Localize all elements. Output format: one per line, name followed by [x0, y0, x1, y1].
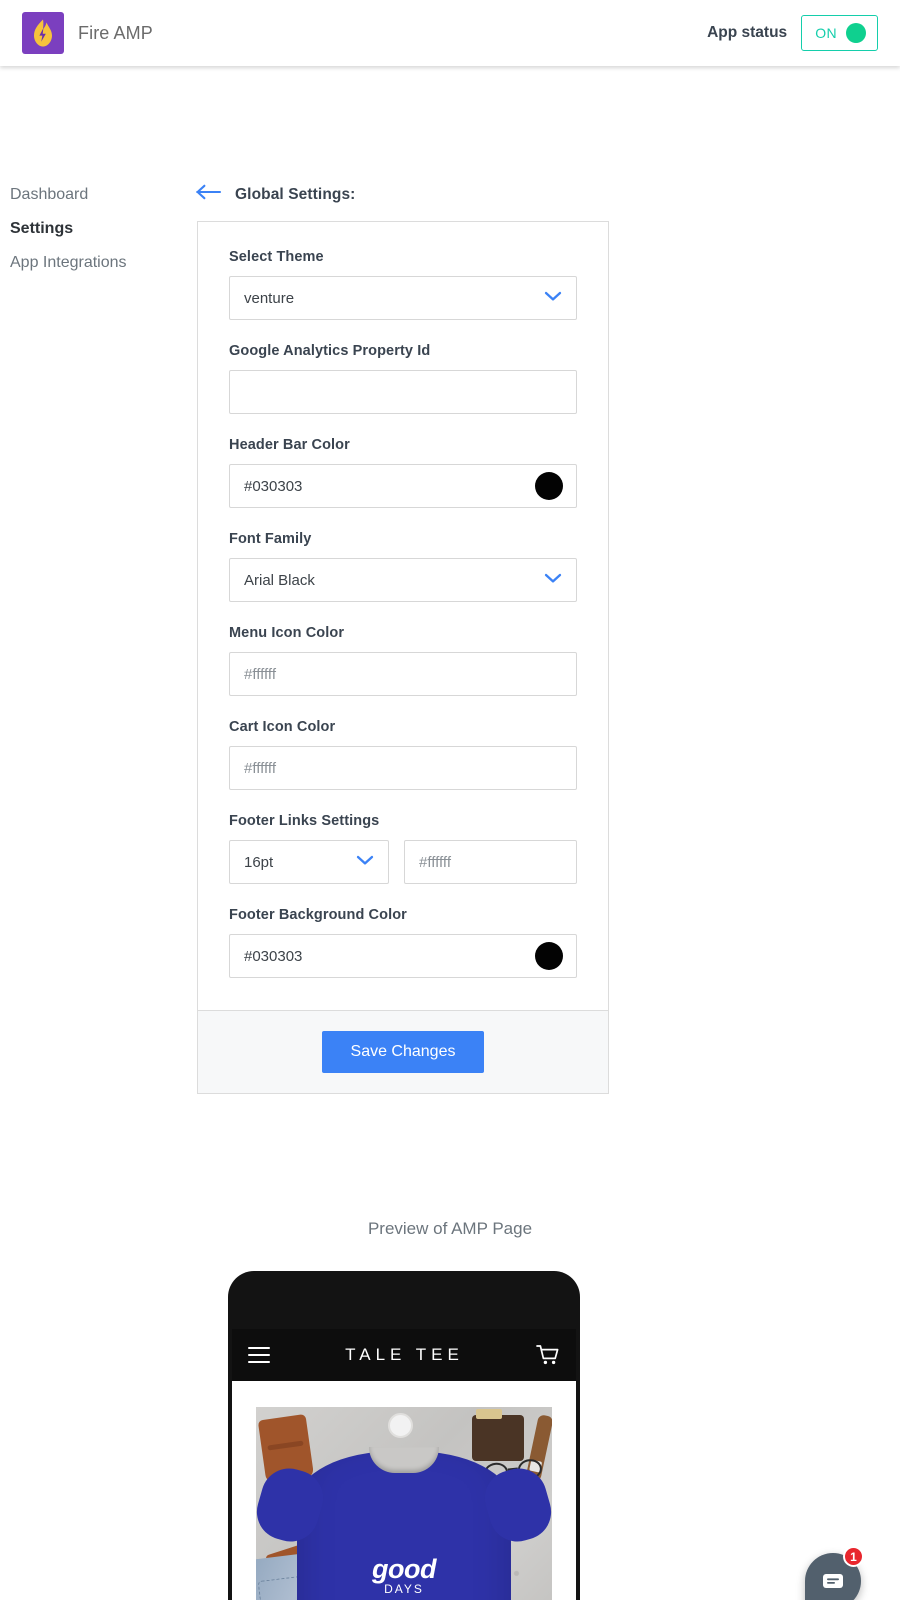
amp-store-name: TALE TEE	[345, 1345, 464, 1364]
save-changes-button[interactable]: Save Changes	[321, 1031, 485, 1073]
flame-bolt-icon	[22, 12, 64, 54]
field-footer-links-settings: Footer Links Settings 16pt #ffffff	[229, 813, 577, 884]
page-heading: Global Settings:	[196, 184, 355, 205]
field-menu-icon-color: Menu Icon Color #ffffff	[229, 625, 577, 696]
phone-mockup: TALE TEE good DAYS	[228, 1271, 580, 1600]
font-family-value: Arial Black	[244, 571, 315, 589]
print-line-1: good	[372, 1554, 436, 1584]
sidebar-item-settings[interactable]: Settings	[10, 212, 190, 246]
phone-screen: TALE TEE good DAYS	[232, 1329, 576, 1600]
page-title: Global Settings:	[235, 185, 356, 203]
sidebar-item-app-integrations[interactable]: App Integrations	[10, 246, 190, 280]
shopping-cart-icon[interactable]	[534, 1344, 560, 1366]
app-status-toggle[interactable]: ON	[801, 15, 878, 51]
sidebar-item-dashboard[interactable]: Dashboard	[10, 178, 190, 212]
label-select-theme: Select Theme	[229, 249, 324, 265]
brand: Fire AMP	[22, 12, 153, 54]
header-bar-color-input[interactable]: #030303	[229, 464, 577, 508]
arrow-left-icon[interactable]	[196, 184, 222, 205]
watch-face-prop	[388, 1413, 413, 1438]
cart-icon-color-value: #ffffff	[244, 759, 276, 777]
app-header: Fire AMP App status ON	[0, 0, 900, 66]
label-menu-icon-color: Menu Icon Color	[229, 625, 345, 641]
field-cart-icon-color: Cart Icon Color #ffffff	[229, 719, 577, 790]
footer-links-size-value: 16pt	[244, 853, 274, 871]
chat-bubble-icon	[823, 1574, 843, 1588]
chevron-down-icon	[544, 571, 562, 589]
app-status-group: App status ON	[707, 15, 878, 51]
field-ga-property-id: Google Analytics Property Id	[229, 343, 577, 414]
brand-name: Fire AMP	[78, 22, 153, 43]
amp-content: good DAYS START WITH COFFEE AND cat	[232, 1381, 576, 1600]
label-header-bar-color: Header Bar Color	[229, 437, 350, 453]
footer-links-row: 16pt #ffffff	[229, 840, 577, 884]
color-swatch-icon[interactable]	[535, 472, 563, 500]
global-settings-card: Select Theme venture Google Analytics Pr…	[197, 221, 609, 1094]
preview-caption: Preview of AMP Page	[367, 1219, 533, 1238]
field-header-bar-color: Header Bar Color #030303	[229, 437, 577, 508]
menu-icon-color-input[interactable]: #ffffff	[229, 652, 577, 696]
card-footer: Save Changes	[198, 1010, 608, 1093]
label-font-family: Font Family	[229, 531, 312, 547]
ga-property-id-input[interactable]	[229, 370, 577, 414]
footer-background-color-input[interactable]: #030303	[229, 934, 577, 978]
tshirt-graphic: good DAYS START WITH COFFEE AND cat	[297, 1447, 511, 1600]
status-dot-icon	[846, 23, 866, 43]
color-swatch-icon[interactable]	[535, 942, 563, 970]
select-theme-dropdown[interactable]: venture	[229, 276, 577, 320]
label-ga-property-id: Google Analytics Property Id	[229, 343, 431, 359]
footer-links-size-dropdown[interactable]: 16pt	[229, 840, 389, 884]
app-status-label: App status	[707, 24, 788, 41]
font-family-dropdown[interactable]: Arial Black	[229, 558, 577, 602]
field-footer-background-color: Footer Background Color #030303	[229, 907, 577, 978]
footer-links-color-value: #ffffff	[419, 853, 451, 871]
header-bar-color-value: #030303	[244, 477, 303, 495]
app-status-value: ON	[815, 25, 837, 41]
cart-icon-color-input[interactable]: #ffffff	[229, 746, 577, 790]
select-theme-value: venture	[244, 289, 295, 307]
product-image[interactable]: good DAYS START WITH COFFEE AND cat	[256, 1407, 552, 1600]
print-line-3: START	[297, 1596, 511, 1600]
field-select-theme: Select Theme venture	[229, 249, 577, 320]
label-cart-icon-color: Cart Icon Color	[229, 719, 336, 735]
tshirt-collar	[369, 1447, 439, 1473]
chat-unread-badge: 1	[843, 1546, 864, 1567]
field-font-family: Font Family Arial Black	[229, 531, 577, 602]
label-footer-background-color: Footer Background Color	[229, 907, 407, 923]
notebook-prop	[472, 1409, 524, 1461]
footer-background-color-value: #030303	[244, 947, 303, 965]
settings-form: Select Theme venture Google Analytics Pr…	[198, 222, 608, 1010]
chevron-down-icon	[356, 853, 374, 871]
chevron-down-icon	[544, 289, 562, 307]
sidebar-nav: Dashboard Settings App Integrations	[0, 178, 190, 280]
menu-icon-color-value: #ffffff	[244, 665, 276, 683]
amp-store-header: TALE TEE	[232, 1329, 576, 1381]
label-footer-links-settings: Footer Links Settings	[229, 813, 380, 829]
footer-links-color-input[interactable]: #ffffff	[404, 840, 577, 884]
hamburger-menu-icon[interactable]	[248, 1347, 270, 1363]
tshirt-print: good DAYS START WITH COFFEE AND cat	[297, 1555, 511, 1600]
